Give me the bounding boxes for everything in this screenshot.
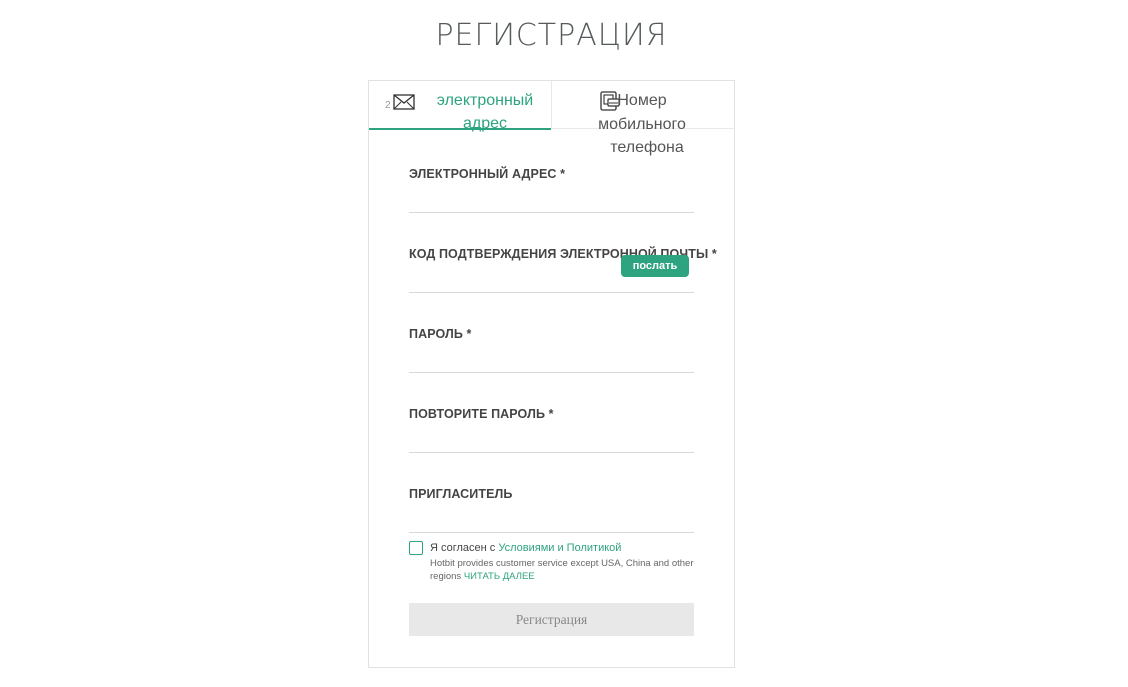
tab-email-label: электронный адрес [436, 92, 534, 132]
email-input[interactable] [409, 189, 694, 211]
password-repeat-input[interactable] [409, 429, 694, 451]
send-code-button[interactable]: послать [621, 255, 689, 277]
page-title: РЕГИСТРАЦИЯ [435, 18, 668, 53]
tab-email[interactable]: 2 электронный адрес [369, 81, 551, 132]
email-label: ЭЛЕКТРОННЫЙ АДРЕС * [409, 167, 566, 181]
tab-phone-label-line1: Номер мобильного [598, 92, 686, 133]
password-repeat-field: ПОВТОРИТЕ ПАРОЛЬ * [409, 407, 694, 453]
envelope-icon [393, 94, 415, 117]
email-field: ЭЛЕКТРОННЫЙ АДРЕС * [409, 167, 694, 213]
email-code-field: КОД ПОДТВЕРЖДЕНИЯ ЭЛЕКТРОННОЙ ПОЧТЫ * по… [409, 247, 717, 293]
tab-phone-label-line2: телефона [610, 139, 684, 156]
registration-card: 2 электронный адрес Номер мобильного тел… [368, 80, 735, 668]
service-note: Hotbit provides customer service except … [430, 558, 700, 583]
password-label: ПАРОЛЬ * [409, 327, 472, 341]
agree-prefix: Я согласен с [430, 542, 499, 554]
password-field: ПАРОЛЬ * [409, 327, 694, 373]
inviter-input[interactable] [409, 509, 694, 531]
password-repeat-label: ПОВТОРИТЕ ПАРОЛЬ * [409, 407, 554, 421]
tab-phone[interactable]: Номер мобильного телефона [551, 81, 734, 156]
inviter-field: ПРИГЛАСИТЕЛЬ [409, 487, 694, 533]
agree-checkbox[interactable] [409, 541, 423, 555]
tab-phone-label: Номер мобильного телефона [572, 89, 722, 160]
tab-bar: 2 электронный адрес Номер мобильного тел… [369, 81, 734, 156]
inviter-label: ПРИГЛАСИТЕЛЬ [409, 487, 513, 501]
email-code-input[interactable] [409, 269, 609, 291]
terms-link[interactable]: Условиями и Политикой [498, 542, 621, 554]
read-more-link[interactable]: ЧИТАТЬ ДАЛЕЕ [464, 571, 535, 582]
agree-text: Я согласен с Условиями и Политикой [430, 542, 621, 554]
password-input[interactable] [409, 349, 694, 371]
tab-email-mark: 2 [385, 100, 391, 111]
register-button[interactable]: Регистрация [409, 603, 694, 636]
